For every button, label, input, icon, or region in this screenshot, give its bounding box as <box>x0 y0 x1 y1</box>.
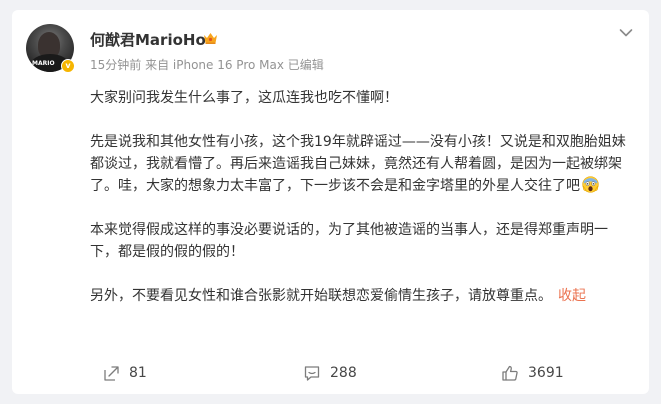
crown-icon <box>204 33 217 44</box>
avatar-text: MARIO <box>32 60 55 67</box>
paragraph-text: 本来觉得假成这样的事没必要说话的，为了其他被造谣的当事人，还是得郑重声明一下，都… <box>90 222 608 260</box>
scream-emoji <box>582 176 599 193</box>
author-name[interactable]: 何猷君MarioHo <box>90 29 206 50</box>
weibo-post-card: MARIO v 何猷君MarioHo 15分钟前 来自 iPhone 16 Pr… <box>12 10 649 394</box>
more-chevron-icon[interactable] <box>619 28 633 38</box>
like-icon <box>502 365 518 381</box>
post-meta: 15分钟前 来自 iPhone 16 Pro Max 已编辑 <box>90 58 324 72</box>
paragraph-text: 大家别问我发生什么事了，这瓜连我也吃不懂啊！ <box>90 90 398 106</box>
repost-button[interactable]: 81 <box>102 362 147 384</box>
paragraph-3: 本来觉得假成这样的事没必要说话的，为了其他被造谣的当事人，还是得郑重声明一下，都… <box>90 219 630 263</box>
like-button[interactable]: 3691 <box>501 362 564 384</box>
paragraph-1: 大家别问我发生什么事了，这瓜连我也吃不懂啊！ <box>90 87 630 109</box>
repost-icon <box>104 366 119 381</box>
paragraph-2: 先是说我和其他女性有小孩，这个我19年就辟谣过——没有小孩！又说是和双胞胎姐妹都… <box>90 131 630 197</box>
comment-count: 288 <box>330 365 357 381</box>
collapse-link[interactable]: 收起 <box>558 288 586 304</box>
comment-button[interactable]: 288 <box>303 362 357 384</box>
post-content: 大家别问我发生什么事了，这瓜连我也吃不懂啊！ 先是说我和其他女性有小孩，这个我1… <box>90 87 630 307</box>
like-count: 3691 <box>528 365 564 381</box>
comment-icon <box>304 366 320 381</box>
paragraph-text: 先是说我和其他女性有小孩，这个我19年就辟谣过——没有小孩！又说是和双胞胎姐妹都… <box>90 134 626 194</box>
paragraph-text: 另外，不要看见女性和谁合张影就开始联想恋爱偷情生孩子，请放尊重点。 <box>90 288 552 304</box>
verified-badge-icon: v <box>61 59 75 73</box>
action-bar: 81 288 3691 <box>12 362 649 386</box>
paragraph-4: 另外，不要看见女性和谁合张影就开始联想恋爱偷情生孩子，请放尊重点。 收起 <box>90 285 630 307</box>
repost-count: 81 <box>129 365 147 381</box>
